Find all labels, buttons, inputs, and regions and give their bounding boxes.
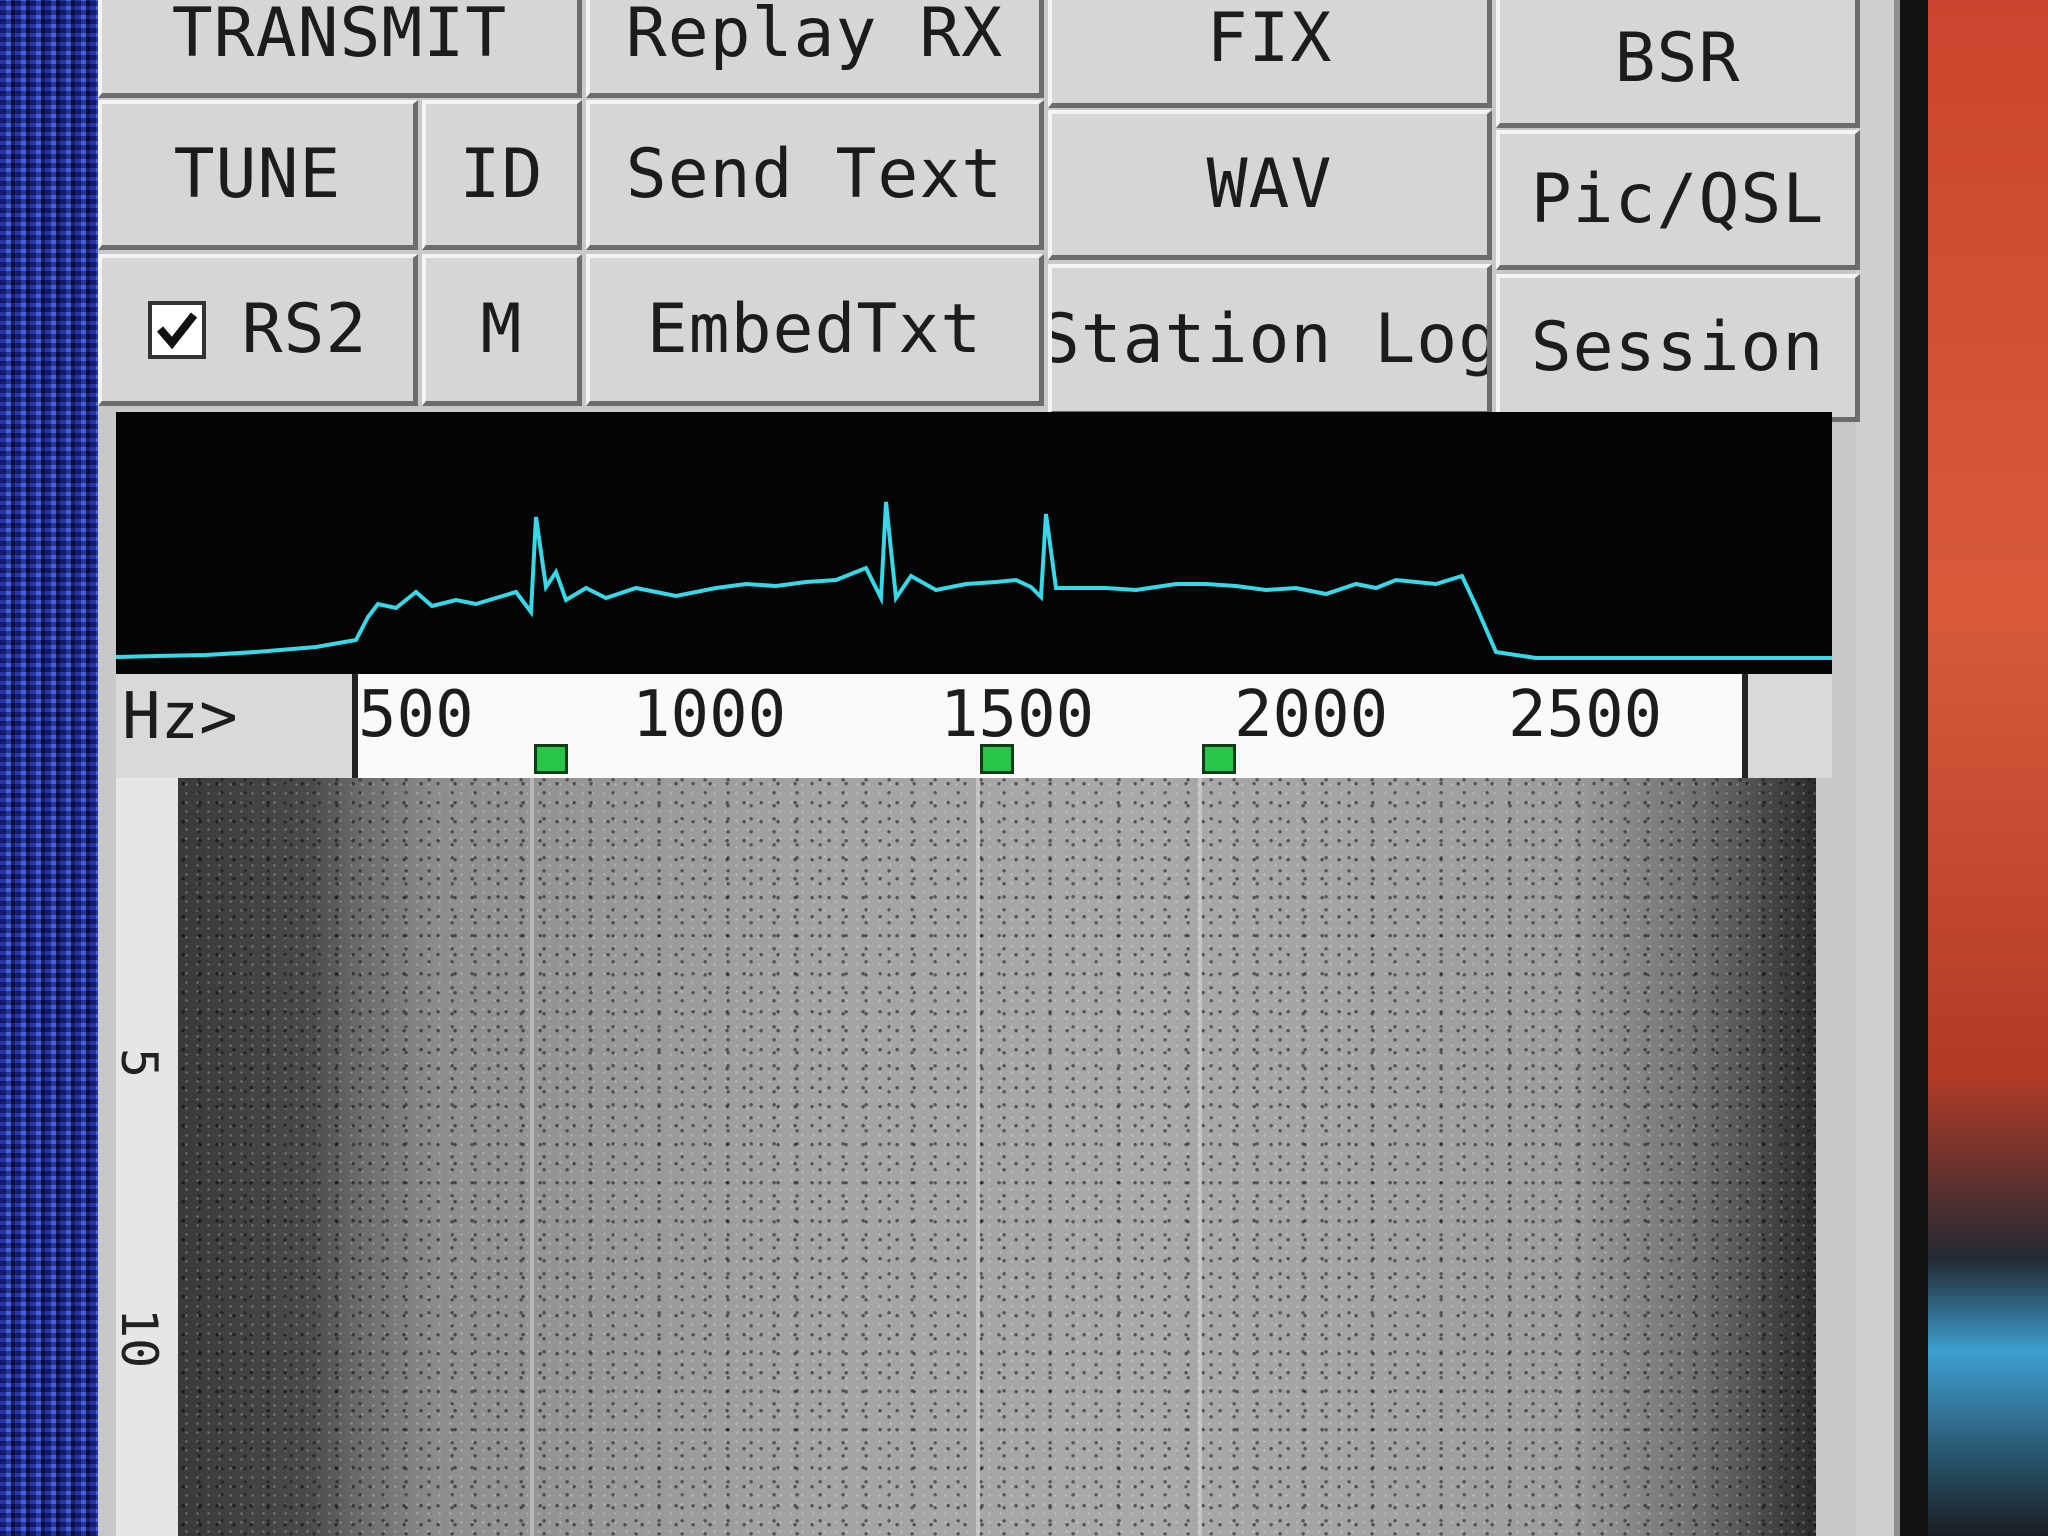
station-log-button[interactable]: Station Log xyxy=(1048,264,1492,416)
desktop-background-left xyxy=(0,0,98,1536)
hz-unit-label: Hz> xyxy=(122,680,238,754)
carrier-marker-2[interactable] xyxy=(980,744,1014,774)
waterfall-carrier-line-3 xyxy=(1198,778,1202,1536)
embed-txt-button[interactable]: EmbedTxt xyxy=(586,254,1044,406)
rs2-toggle[interactable]: RS2 xyxy=(98,254,418,406)
waterfall-carrier-line-1 xyxy=(530,778,534,1536)
waterfall-carrier-line-2 xyxy=(976,778,980,1536)
tick-label-1000: 1000 xyxy=(632,678,787,752)
tick-label-1500: 1500 xyxy=(940,678,1095,752)
bsr-button[interactable]: BSR xyxy=(1496,0,1860,128)
time-axis: 5 10 xyxy=(110,778,178,1536)
tick-label-2000: 2000 xyxy=(1234,678,1389,752)
m-button[interactable]: M xyxy=(422,254,582,406)
transmit-button[interactable]: TRANSMIT xyxy=(98,0,582,98)
time-label-5: 5 xyxy=(110,1048,168,1079)
spectrum-display[interactable] xyxy=(115,412,1832,674)
time-label-10: 10 xyxy=(110,1308,168,1369)
replay-rx-button[interactable]: Replay RX xyxy=(586,0,1044,98)
pic-qsl-button[interactable]: Pic/QSL xyxy=(1496,130,1860,270)
checkmark-icon xyxy=(156,312,197,349)
session-button[interactable]: Session xyxy=(1496,274,1860,422)
carrier-marker-1[interactable] xyxy=(534,744,568,774)
rs2-label: RS2 xyxy=(241,290,368,369)
send-text-button[interactable]: Send Text xyxy=(586,100,1044,250)
id-button[interactable]: ID xyxy=(422,100,582,250)
carrier-marker-3[interactable] xyxy=(1202,744,1236,774)
wav-button[interactable]: WAV xyxy=(1048,110,1492,260)
waterfall-display[interactable] xyxy=(178,778,1816,1536)
tick-label-2500: 2500 xyxy=(1508,678,1663,752)
desktop-background-right xyxy=(1928,0,2048,1536)
tune-button[interactable]: TUNE xyxy=(98,100,418,250)
rs2-checkbox[interactable] xyxy=(147,300,206,359)
spectrum-trace xyxy=(115,501,1832,660)
modem-window: TRANSMIT Replay RX FIX BSR TUNE ID Send … xyxy=(98,0,1860,1536)
window-border xyxy=(1856,0,1928,1536)
tick-label-500: 500 xyxy=(358,678,474,752)
fix-button[interactable]: FIX xyxy=(1048,0,1492,108)
frequency-scale: Hz> 500 1000 1500 2000 2500 xyxy=(116,674,1832,778)
frequency-ruler[interactable]: 500 1000 1500 2000 2500 xyxy=(352,674,1748,778)
